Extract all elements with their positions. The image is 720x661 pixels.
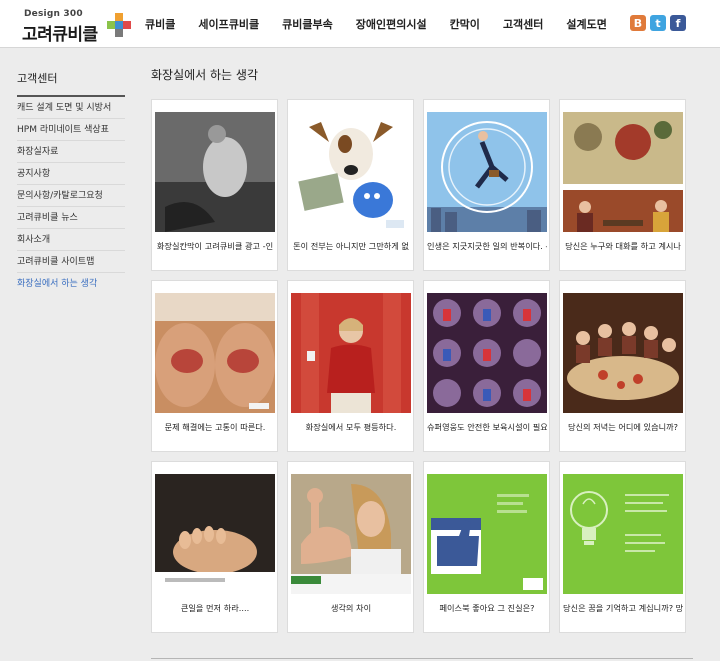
card-thumbnail[interactable]	[563, 112, 683, 232]
sidebar-item-notices[interactable]: 공지사항	[17, 163, 125, 185]
facebook-icon[interactable]: f	[670, 15, 686, 31]
nav-item-accessibility[interactable]: 장애인편의시설	[356, 16, 427, 32]
sidebar: 고객센터 캐드 설계 도면 및 시방서 HPM 라미네이트 색상표 화장실자료 …	[17, 70, 125, 295]
main-nav: 큐비클 세이프큐비클 큐비클부속 장애인편의시설 칸막이 고객센터 설계도면	[145, 0, 630, 48]
gallery-card[interactable]: 돈이 전부는 아니지만 그만하게 없	[287, 99, 414, 271]
girl-arm-image	[291, 474, 411, 594]
card-caption: 당신은 누구와 대화를 하고 계시나	[565, 241, 681, 251]
sidebar-item-restroom-data[interactable]: 화장실자료	[17, 141, 125, 163]
card-caption: 인생은 지긋지긋한 일의 반복이다. -	[427, 241, 547, 251]
card-thumbnail[interactable]	[427, 112, 547, 232]
nav-item-drawings[interactable]: 설계도면	[566, 16, 606, 32]
nav-item-cubicle[interactable]: 큐비클	[145, 16, 175, 32]
gallery-card[interactable]: 인생은 지긋지긋한 일의 반복이다. -	[423, 99, 550, 271]
gallery-card[interactable]: 문제 해결에는 고통이 따른다.	[151, 280, 278, 452]
social-links: B t f	[630, 15, 686, 31]
card-thumbnail[interactable]	[427, 474, 547, 594]
card-thumbnail[interactable]	[563, 474, 683, 594]
nav-item-customer-center[interactable]: 고객센터	[503, 16, 543, 32]
card-thumbnail[interactable]	[427, 293, 547, 413]
page-title: 화장실에서 하는 생각	[151, 68, 258, 82]
card-caption: 화장실에서 모두 평등하다.	[305, 422, 397, 432]
bw-figure-photo-image	[155, 112, 275, 232]
feet-photo-image	[155, 474, 275, 594]
card-thumbnail[interactable]	[155, 293, 275, 413]
gallery-card[interactable]: 생각의 차이	[287, 461, 414, 633]
logo-subtitle: Design 300	[24, 9, 83, 19]
gallery-card[interactable]: 당신의 저녁는 어디에 있습니까?	[559, 280, 686, 452]
nav-item-safe-cubicle[interactable]: 세이프큐비클	[198, 16, 259, 32]
card-thumbnail[interactable]	[291, 112, 411, 232]
card-caption: 큰일을 먼저 하라....	[180, 603, 250, 613]
gallery-card[interactable]: 큰일을 먼저 하라....	[151, 461, 278, 633]
dinner-conversation-image	[563, 112, 683, 232]
facebook-like-image	[427, 474, 547, 594]
twitter-icon[interactable]: t	[650, 15, 666, 31]
card-caption: 화장실칸막이 고려큐비클 광고 -인	[156, 241, 274, 251]
gallery-card[interactable]: 페이스북 좋아요 그 진실은?	[423, 461, 550, 633]
card-thumbnail[interactable]	[291, 293, 411, 413]
knees-photo-image	[155, 293, 275, 413]
gallery-card[interactable]: 슈퍼영웅도 안전한 보육시설이 필요	[423, 280, 550, 452]
sidebar-item-inquiry[interactable]: 문의사항/카탈로그요청	[17, 185, 125, 207]
nav-item-partition[interactable]: 칸막이	[450, 16, 480, 32]
sidebar-item-restroom-thoughts[interactable]: 화장실에서 하는 생각	[17, 273, 125, 295]
footer-divider	[151, 658, 693, 659]
sidebar-item-news[interactable]: 고려큐비클 뉴스	[17, 207, 125, 229]
family-dinner-image	[563, 293, 683, 413]
sidebar-item-hpm-colors[interactable]: HPM 라미네이트 색상표	[17, 119, 125, 141]
card-caption: 슈퍼영웅도 안전한 보육시설이 필요	[427, 422, 547, 432]
superhero-grid-image	[427, 293, 547, 413]
card-caption: 당신은 꿈을 기억하고 계십니까? 망	[563, 603, 683, 613]
logo-cross-icon	[107, 13, 131, 37]
green-lightbulb-image	[563, 474, 683, 594]
sidebar-item-cad-drawings[interactable]: 캐드 설계 도면 및 시방서	[17, 97, 125, 119]
nav-item-cubicle-parts[interactable]: 큐비클부속	[282, 16, 333, 32]
card-caption: 페이스북 좋아요 그 진실은?	[439, 603, 535, 613]
sidebar-item-company[interactable]: 회사소개	[17, 229, 125, 251]
gallery-card[interactable]: 당신은 누구와 대화를 하고 계시나	[559, 99, 686, 271]
card-caption: 생각의 차이	[330, 603, 372, 613]
gallery-card[interactable]: 화장실에서 모두 평등하다.	[287, 280, 414, 452]
gallery-card[interactable]: 화장실칸막이 고려큐비클 광고 -인	[151, 99, 278, 271]
dog-money-ad-image	[291, 112, 411, 232]
card-thumbnail[interactable]	[155, 112, 275, 232]
card-caption: 돈이 전부는 아니지만 그만하게 없	[293, 241, 409, 251]
card-thumbnail[interactable]	[291, 474, 411, 594]
logo-title: 고려큐비클	[22, 25, 98, 45]
blog-icon[interactable]: B	[630, 15, 646, 31]
site-logo[interactable]: Design 300 고려큐비클	[22, 9, 132, 45]
card-caption: 당신의 저녁는 어디에 있습니까?	[567, 422, 679, 432]
card-thumbnail[interactable]	[563, 293, 683, 413]
site-header: Design 300 고려큐비클 큐비클 세이프큐비클 큐비클부속 장애인편의시…	[0, 0, 720, 48]
card-thumbnail[interactable]	[155, 474, 275, 594]
card-caption: 문제 해결에는 고통이 따른다.	[164, 422, 266, 432]
gallery-card[interactable]: 당신은 꿈을 기억하고 계십니까? 망	[559, 461, 686, 633]
sidebar-title: 고객센터	[17, 70, 125, 97]
hamster-wheel-man-image	[427, 112, 547, 232]
woman-red-jacket-image	[291, 293, 411, 413]
sidebar-item-sitemap[interactable]: 고려큐비클 사이트맵	[17, 251, 125, 273]
